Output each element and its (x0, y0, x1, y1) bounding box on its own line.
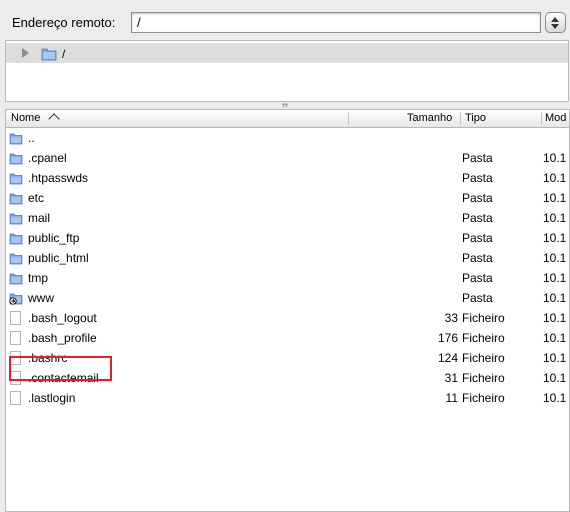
folder-icon (9, 171, 23, 188)
folder-icon (9, 191, 23, 208)
file-modified: 10.1 (543, 371, 567, 385)
file-row[interactable]: .bash_logout 33 Ficheiro 10.1 (6, 308, 569, 328)
file-name: public_html (28, 251, 89, 265)
file-name: public_ftp (28, 231, 80, 245)
column-divider[interactable] (460, 112, 461, 125)
file-icon (10, 391, 21, 405)
file-size: 11 (445, 391, 458, 405)
highlight-annotation (9, 356, 112, 381)
file-type: Ficheiro (462, 331, 505, 345)
file-icon (10, 311, 21, 325)
file-name: .cpanel (28, 151, 67, 165)
file-row[interactable]: tmp Pasta 10.1 (6, 268, 569, 288)
chevron-down-icon (551, 24, 559, 29)
folder-icon (9, 211, 23, 228)
column-divider[interactable] (541, 112, 542, 125)
file-modified: 10.1 (543, 211, 567, 225)
file-name: .lastlogin (28, 391, 76, 405)
tree-item-root[interactable]: / (6, 43, 568, 63)
file-name: .bash_profile (28, 331, 97, 345)
column-header-name[interactable]: Nome (11, 112, 40, 124)
file-type: Pasta (462, 191, 493, 205)
file-modified: 10.1 (543, 191, 567, 205)
folder-icon (9, 271, 23, 288)
file-size: 33 (444, 311, 458, 325)
file-row[interactable]: .lastlogin 11 Ficheiro 10.1 (6, 388, 569, 408)
folder-icon (9, 151, 23, 168)
file-name: www (28, 291, 54, 305)
file-name: etc (28, 191, 45, 205)
file-size: 31 (444, 371, 458, 385)
column-header-modified[interactable]: Mod (545, 112, 566, 124)
file-type: Ficheiro (462, 351, 505, 365)
file-icon (10, 331, 21, 345)
file-modified: 10.1 (543, 231, 567, 245)
file-modified: 10.1 (543, 171, 567, 185)
file-type: Pasta (462, 291, 493, 305)
file-name: .. (28, 131, 35, 145)
sort-ascending-icon (48, 113, 60, 125)
folder-icon (9, 231, 23, 248)
file-row[interactable]: .cpanel Pasta 10.1 (6, 148, 569, 168)
file-modified: 10.1 (543, 391, 567, 405)
file-row[interactable]: www Pasta 10.1 (6, 288, 569, 308)
address-history-dropdown[interactable] (545, 12, 566, 33)
file-modified: 10.1 (543, 251, 567, 265)
file-modified: 10.1 (543, 291, 567, 305)
file-type: Ficheiro (462, 311, 505, 325)
file-row[interactable]: public_html Pasta 10.1 (6, 248, 569, 268)
file-name: tmp (28, 271, 49, 285)
column-header-size[interactable]: Tamanho (407, 112, 452, 124)
file-size: 124 (437, 351, 458, 365)
column-header-type[interactable]: Tipo (465, 112, 486, 124)
file-row[interactable]: public_ftp Pasta 10.1 (6, 228, 569, 248)
remote-address-input[interactable]: / (131, 12, 541, 33)
file-type: Pasta (462, 211, 493, 225)
file-type: Pasta (462, 251, 493, 265)
file-type: Pasta (462, 151, 493, 165)
splitter-grip-icon (282, 103, 288, 107)
tree-item-label: / (62, 47, 66, 61)
chevron-up-icon (551, 17, 559, 22)
file-name: .bash_logout (28, 311, 97, 325)
file-modified: 10.1 (543, 311, 567, 325)
folder-icon (9, 131, 23, 148)
remote-address-label: Endereço remoto: (12, 15, 116, 30)
file-modified: 10.1 (543, 151, 567, 165)
file-size: 176 (437, 331, 458, 345)
folder-icon (41, 46, 57, 64)
file-modified: 10.1 (543, 331, 567, 345)
file-list-header: Nome Tamanho Tipo Mod (6, 110, 569, 128)
file-row[interactable]: etc Pasta 10.1 (6, 188, 569, 208)
symlink-folder-icon (9, 291, 23, 308)
file-type: Pasta (462, 231, 493, 245)
remote-address-bar: Endereço remoto: / (0, 0, 570, 44)
folder-icon (9, 251, 23, 268)
column-divider[interactable] (348, 112, 349, 125)
file-name: .htpasswds (28, 171, 89, 185)
file-type: Pasta (462, 171, 493, 185)
file-row[interactable]: mail Pasta 10.1 (6, 208, 569, 228)
file-type: Ficheiro (462, 371, 505, 385)
file-modified: 10.1 (543, 351, 567, 365)
file-type: Ficheiro (462, 391, 505, 405)
file-row[interactable]: .. (6, 128, 569, 148)
file-row[interactable]: .bash_profile 176 Ficheiro 10.1 (6, 328, 569, 348)
file-row[interactable]: .htpasswds Pasta 10.1 (6, 168, 569, 188)
file-modified: 10.1 (543, 271, 567, 285)
file-name: mail (28, 211, 51, 225)
file-type: Pasta (462, 271, 493, 285)
remote-directory-tree: / (5, 40, 569, 102)
remote-file-list: Nome Tamanho Tipo Mod .. .cpanel Pasta 10.1… (5, 109, 570, 512)
disclosure-triangle-icon[interactable] (22, 48, 29, 58)
